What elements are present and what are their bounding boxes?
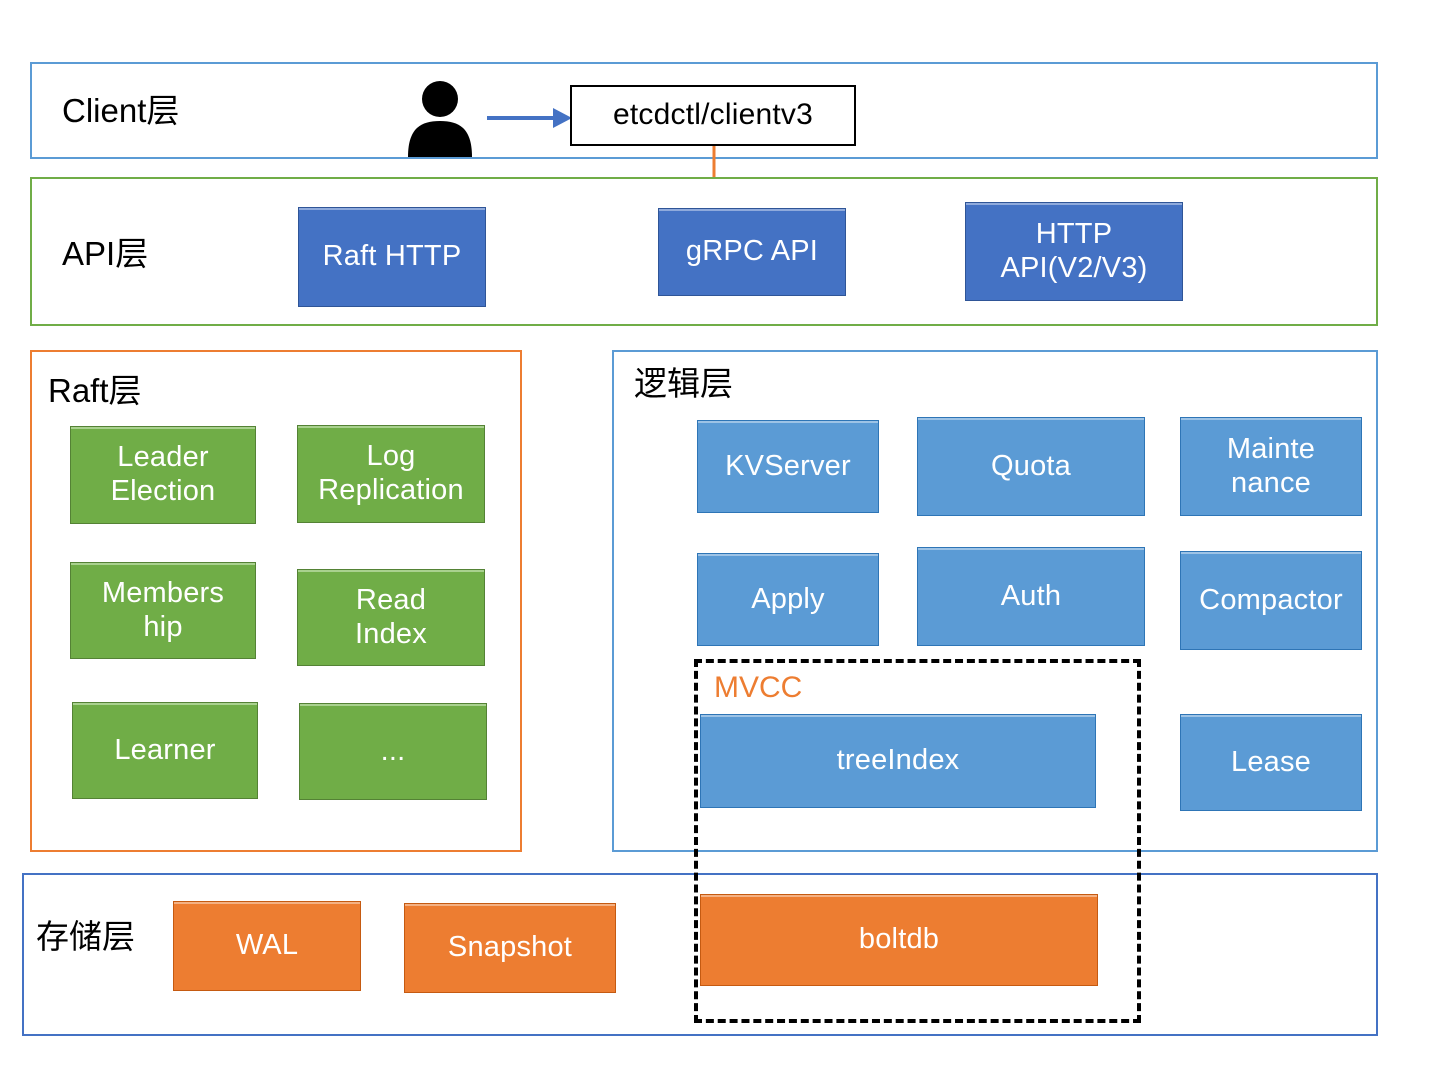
- raft-node-read-index[interactable]: Read Index: [297, 569, 485, 666]
- logic-node-treeindex-label: treeIndex: [836, 744, 960, 777]
- raft-node-log-replication-line2: Replication: [318, 474, 464, 506]
- logic-node-apply-label: Apply: [751, 582, 825, 615]
- raft-node-ellipsis[interactable]: ...: [299, 703, 487, 800]
- api-node-http-api-label-line2: API(V2/V3): [1000, 251, 1148, 284]
- raft-node-learner-label: Learner: [114, 733, 216, 766]
- api-layer-title: API层: [62, 235, 149, 272]
- raft-node-leader-election[interactable]: Leader Election: [70, 426, 256, 524]
- logic-node-compactor-label: Compactor: [1199, 583, 1343, 616]
- client-layer-title: Client层: [62, 92, 180, 129]
- logic-node-maintenance[interactable]: Mainte nance: [1180, 417, 1362, 516]
- storage-node-wal-label: WAL: [235, 929, 299, 962]
- raft-node-log-replication-line1: Log: [366, 440, 416, 473]
- api-node-raft-http-label: Raft HTTP: [322, 240, 462, 273]
- logic-node-auth[interactable]: Auth: [917, 547, 1145, 646]
- etcd-architecture-diagram: Client层 etcdctl/clientv3 API层 Raft HTTP …: [0, 0, 1446, 1092]
- logic-node-quota-label: Quota: [991, 449, 1071, 482]
- logic-node-apply[interactable]: Apply: [697, 553, 879, 646]
- api-node-grpc-api[interactable]: gRPC API: [658, 208, 846, 296]
- raft-layer-title: Raft层: [48, 372, 142, 409]
- logic-node-treeindex[interactable]: treeIndex: [700, 714, 1096, 808]
- raft-node-leader-election-line1: Leader: [117, 441, 209, 474]
- arrow-right-icon: [487, 108, 572, 128]
- logic-node-lease-label: Lease: [1230, 745, 1311, 778]
- api-node-http-api-label-line1: HTTP: [1035, 217, 1113, 250]
- api-node-http-api[interactable]: HTTP API(V2/V3): [965, 202, 1183, 301]
- raft-node-learner[interactable]: Learner: [72, 702, 258, 799]
- raft-node-leader-election-line2: Election: [110, 475, 216, 507]
- user-icon: [408, 81, 472, 157]
- raft-node-membership[interactable]: Members hip: [70, 562, 256, 659]
- etcdctl-clientv3-box[interactable]: etcdctl/clientv3: [570, 85, 856, 146]
- storage-node-wal[interactable]: WAL: [173, 901, 361, 991]
- logic-node-maintenance-line1: Mainte: [1226, 432, 1316, 465]
- mvcc-group-label: MVCC: [714, 671, 803, 704]
- logic-node-kvserver-label: KVServer: [725, 449, 851, 482]
- logic-node-kvserver[interactable]: KVServer: [697, 420, 879, 513]
- api-node-grpc-api-label: gRPC API: [685, 235, 819, 268]
- raft-node-ellipsis-label: ...: [380, 734, 406, 767]
- raft-node-membership-line1: Members: [101, 576, 225, 609]
- storage-node-snapshot-label: Snapshot: [447, 931, 573, 964]
- etcdctl-clientv3-label: etcdctl/clientv3: [613, 98, 813, 132]
- logic-node-lease[interactable]: Lease: [1180, 714, 1362, 811]
- storage-layer-title: 存储层: [36, 918, 135, 955]
- storage-node-boltdb[interactable]: boltdb: [700, 894, 1098, 986]
- logic-node-compactor[interactable]: Compactor: [1180, 551, 1362, 650]
- logic-node-maintenance-line2: nance: [1230, 466, 1311, 499]
- raft-node-log-replication[interactable]: Log Replication: [297, 425, 485, 523]
- storage-node-boltdb-label: boltdb: [858, 923, 940, 956]
- raft-node-read-index-line1: Read: [355, 583, 427, 616]
- logic-node-auth-label: Auth: [1000, 579, 1062, 612]
- api-node-raft-http[interactable]: Raft HTTP: [298, 207, 486, 307]
- logic-layer-title: 逻辑层: [634, 365, 733, 402]
- storage-node-snapshot[interactable]: Snapshot: [404, 903, 616, 993]
- raft-node-read-index-line2: Index: [355, 617, 427, 650]
- logic-node-quota[interactable]: Quota: [917, 417, 1145, 516]
- raft-node-membership-line2: hip: [143, 610, 183, 643]
